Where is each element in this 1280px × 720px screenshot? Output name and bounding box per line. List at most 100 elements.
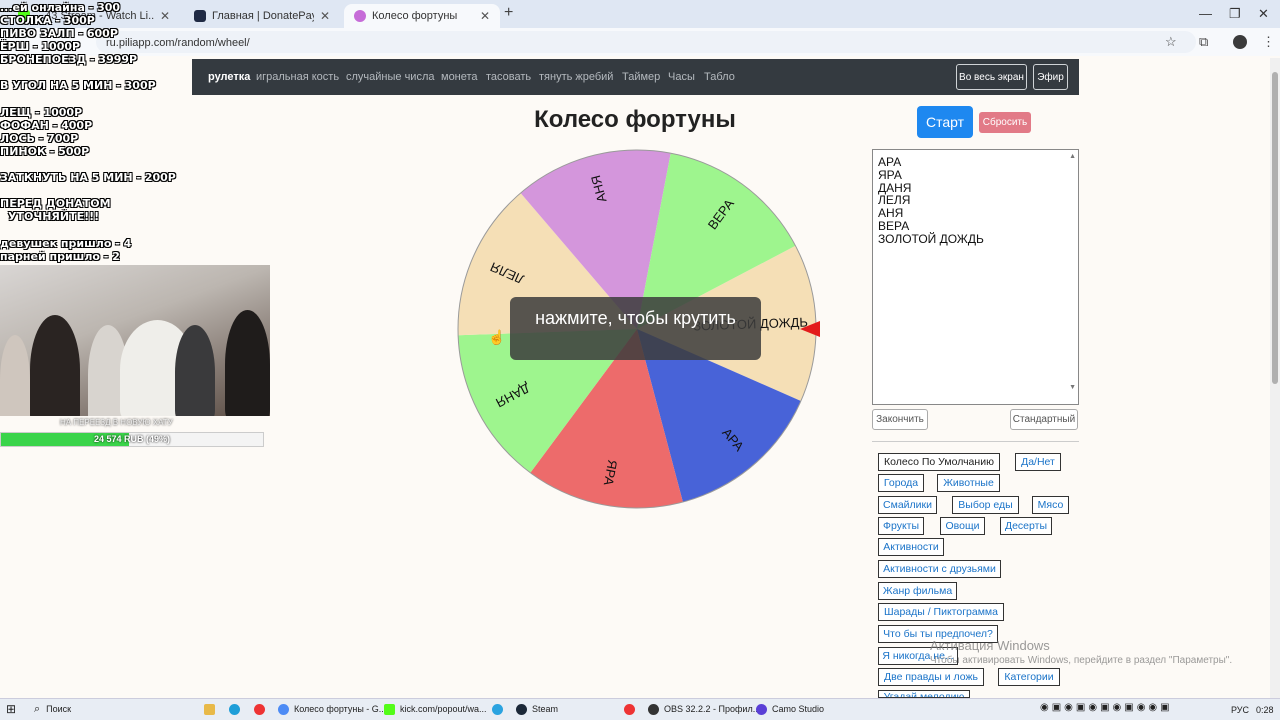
list-item: ЯРА [878,167,902,182]
list-item: ЛЕЛЯ [878,193,911,208]
taskbar-search[interactable]: ⌕ Поиск [34,700,184,718]
preset-charades[interactable]: Шарады / Пиктограмма [878,603,1004,621]
search-icon: ⌕ [34,702,41,715]
nav-roulette[interactable]: рулетка [208,71,250,83]
page-title: Колесо фортуны [534,106,736,133]
taskbar-item-steam[interactable]: Steam [516,700,606,718]
preset-movie-genre[interactable]: Жанр фильма [878,582,957,600]
entries-textarea[interactable]: АРА ЯРА ДАНЯ ЛЕЛЯ АНЯ ВЕРА ЗОЛОТОЙ ДОЖДЬ… [872,149,1079,405]
file-explorer-icon[interactable] [204,700,220,718]
url-text[interactable]: ru.piliapp.com/random/wheel/ [106,37,250,49]
taskbar-item-chrome[interactable]: Колесо фортуны - G... [278,700,386,718]
nav-coin[interactable]: монета [441,71,478,83]
broadcast-button[interactable]: Эфир [1033,64,1068,90]
preset-activities-friends[interactable]: Активности с друзьями [878,560,1001,578]
preset-food-choice[interactable]: Выбор еды [952,496,1019,514]
overlay-line: ФОФАН - 400Р [0,119,93,132]
webcam-feed [0,265,270,416]
activation-watermark-text: Чтобы активировать Windows, перейдите в … [930,655,1233,666]
list-item: АРА [878,155,902,169]
start-button[interactable]: Старт [917,106,973,138]
close-tab-icon[interactable]: ✕ [160,9,170,23]
telegram-icon[interactable] [492,700,508,718]
kick-icon [384,703,395,715]
overlay-line: ПЕРЕД ДОНАТОМ [0,197,111,210]
overlay-line: БРОНЕПОЕЗД - 3999Р [0,53,138,66]
preset-emoji[interactable]: Смайлики [878,496,937,514]
preset-animals[interactable]: Животные [937,474,1000,492]
edge-icon[interactable] [229,700,245,718]
nav-clock[interactable]: Часы [668,71,695,83]
overlay-line: парней пришло - 2 [0,250,120,263]
list-item: ВЕРА [878,218,910,233]
nav-shuffle[interactable]: тасовать [486,71,531,83]
goal-caption: НА ПЕРЕЕЗД В НОВУЮ ХАТУ [60,418,173,427]
close-tab-icon[interactable]: ✕ [320,9,330,23]
activation-watermark-title: Активация Windows [930,638,1050,653]
system-tray-icons[interactable]: ◉▣◉▣◉▣◉▣◉◉▣ [1040,702,1173,713]
preset-yes-no[interactable]: Да/Нет [1015,453,1061,471]
preset-guess-melody[interactable]: Угадай мелодию [878,690,970,698]
nav-dice[interactable]: игральная кость [256,71,339,83]
nav-timer[interactable]: Таймер [622,71,660,83]
preset-default-wheel[interactable]: Колесо По Умолчанию [878,453,1000,471]
page-scrollbar[interactable] [1270,58,1280,698]
overlay-line: В УГОЛ НА 5 МИН - 300Р [0,79,156,92]
bookmark-star-icon[interactable]: ☆ [1165,34,1177,50]
nav-draw-lots[interactable]: тянуть жребий [539,71,613,83]
language-indicator[interactable]: РУС [1231,705,1249,715]
clock-time[interactable]: 0:28 [1256,705,1274,715]
scroll-down-icon[interactable]: ▼ [1069,382,1076,395]
preset-desserts[interactable]: Десерты [1000,517,1052,535]
preset-categories[interactable]: Категории [998,668,1060,686]
preset-cities[interactable]: Города [878,474,924,492]
tab-wheel-of-fortune[interactable]: Колесо фортуны ✕ [344,4,500,28]
new-tab-button[interactable]: + [504,4,513,22]
address-bar[interactable] [96,31,1196,53]
menu-kebab-icon[interactable]: ⋮ [1262,34,1275,50]
taskbar-item-kick[interactable]: kick.com/popout/wa... [384,700,487,718]
preset-activities[interactable]: Активности [878,538,944,556]
divider [872,441,1079,442]
start-windows-icon[interactable]: ⊞ [6,700,16,718]
standard-button[interactable]: Стандартный [1010,409,1078,430]
extensions-icon[interactable]: ⧉ [1199,34,1208,50]
nav-random-numbers[interactable]: случайные числа [346,71,434,83]
list-item: ЗОЛОТОЙ ДОЖДЬ [878,231,984,246]
spin-hint-overlay[interactable]: нажмите, чтобы крутить [510,297,761,360]
overlay-line: ЛОСЬ - 700Р [0,132,79,145]
preset-meat[interactable]: Мясо [1032,496,1069,514]
donatepay-favicon-icon [194,10,206,22]
restore-icon[interactable]: ❐ [1229,6,1241,22]
profile-avatar[interactable] [1233,35,1247,49]
minimize-icon[interactable]: — [1199,6,1212,21]
overlay-line: ЗАТКНУТЬ НА 5 МИН - 200Р [0,171,176,184]
yandex-browser-icon[interactable] [624,700,640,718]
donation-goal-text: 24 574 RUB (49%) [93,434,171,444]
nav-scoreboard[interactable]: Табло [704,71,735,83]
preset-fruits[interactable]: Фрукты [878,517,924,535]
close-window-icon[interactable]: ✕ [1258,6,1269,22]
obs-icon [648,703,659,715]
cursor-hand-icon: ☝ [488,329,506,345]
taskbar-item-obs[interactable]: OBS 32.2.2 - Профил... [648,700,760,718]
preset-vegetables[interactable]: Овощи [940,517,985,535]
reset-button[interactable]: Сбросить [979,112,1031,133]
fullscreen-button[interactable]: Во весь экран [956,64,1027,90]
overlay-line: ЛЕЩ - 1000Р [0,106,83,119]
overlay-line: СТОЛКА - 300Р [0,14,95,27]
camo-icon [756,703,767,715]
overlay-line: ЁРШ - 1000Р [0,40,81,53]
close-tab-icon[interactable]: ✕ [480,9,490,23]
overlay-line: ПИВО ЗАЛП - 600Р [0,27,118,40]
chrome-icon [278,703,289,715]
scrollbar-thumb[interactable] [1272,72,1278,384]
tab-donatepay[interactable]: Главная | DonatePay ✕ [184,4,340,28]
taskbar-item-camo[interactable]: Camo Studio [756,700,846,718]
preset-two-truths[interactable]: Две правды и ложь [878,668,984,686]
wheel-pointer-icon [800,321,820,337]
steam-icon [516,703,527,715]
yandex-icon[interactable] [254,700,270,718]
scroll-up-icon[interactable]: ▲ [1069,151,1076,164]
finish-button[interactable]: Закончить [872,409,928,430]
